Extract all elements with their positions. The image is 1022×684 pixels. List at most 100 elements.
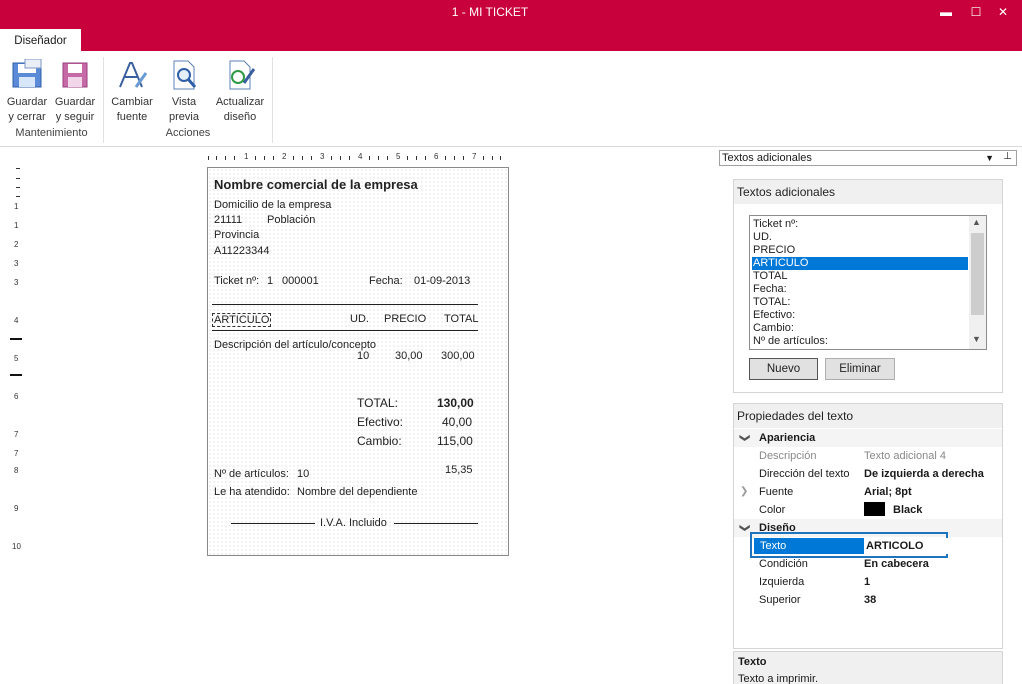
save-close-label-2: y cerrar (8, 111, 46, 123)
scroll-up-icon[interactable]: ▲ (972, 217, 981, 227)
help-pane: Texto Texto a imprimir. (733, 651, 1003, 684)
company-province[interactable]: Provincia (214, 229, 259, 241)
maximize-button[interactable]: ☐ (966, 3, 986, 21)
list-item[interactable]: Efectivo: (752, 309, 968, 322)
save-continue-button[interactable]: Guardar y seguir (52, 57, 98, 123)
attended-value[interactable]: Nombre del dependiente (297, 486, 417, 498)
collapse-icon[interactable]: ❯ (735, 434, 753, 442)
ticket-number[interactable]: 000001 (282, 275, 319, 287)
scroll-thumb[interactable] (971, 233, 984, 315)
expand-icon[interactable]: ❯ (740, 483, 748, 501)
list-item[interactable]: Cambio: (752, 322, 968, 335)
scroll-down-icon[interactable]: ▼ (972, 334, 981, 344)
ticket-canvas[interactable]: Nombre comercial de la empresa Domicilio… (207, 167, 509, 556)
chevron-down-icon[interactable]: ▼ (985, 151, 994, 165)
ruler-tick (387, 156, 388, 160)
prop-text-editor[interactable]: Texto ARTICOLO (750, 532, 948, 558)
group-appearance-label: Apariencia (759, 432, 816, 444)
change-value[interactable]: 115,00 (437, 434, 473, 448)
ribbon-separator (272, 57, 273, 143)
tab-designer[interactable]: Diseñador (0, 29, 81, 51)
ruler-number: 2 (14, 240, 19, 249)
ruler-tick (416, 156, 417, 160)
collapse-icon[interactable]: ❯ (735, 524, 753, 532)
line-units[interactable]: 10 (357, 350, 369, 362)
prop-font[interactable]: ❯ Fuente Arial; 8pt (734, 483, 1002, 501)
line-description[interactable]: Descripción del artículo/concepto (214, 339, 376, 351)
column-price[interactable]: PRECIO (384, 313, 426, 325)
list-item[interactable]: TOTAL: (752, 296, 968, 309)
vat-included[interactable]: I.V.A. Incluido (320, 517, 387, 529)
list-item[interactable]: TOTAL (752, 270, 968, 283)
line-price[interactable]: 30,00 (395, 350, 423, 362)
extra-value[interactable]: 15,35 (445, 464, 473, 476)
prop-left-value: 1 (864, 576, 871, 588)
close-button[interactable]: ✕ (993, 3, 1013, 21)
company-address[interactable]: Domicilio de la empresa (214, 199, 331, 211)
window-title: 1 - MI TICKET (451, 5, 529, 19)
prop-color[interactable]: Color Black (734, 501, 1002, 519)
date-value[interactable]: 01-09-2013 (414, 275, 470, 287)
list-item[interactable]: Ticket nº: (752, 218, 968, 231)
total-value[interactable]: 130,00 (437, 396, 474, 410)
ticket-series[interactable]: 1 (267, 275, 273, 287)
prop-direction-value: De izquierda a derecha (864, 468, 984, 480)
ruler-number: 9 (14, 504, 19, 513)
ruler-tick (293, 156, 294, 160)
minimize-button[interactable]: ▬ (936, 3, 956, 21)
ruler-tick (311, 156, 312, 160)
save-continue-label-1: Guardar (54, 96, 96, 108)
items-count-value[interactable]: 10 (297, 468, 309, 480)
new-text-button[interactable]: Nuevo (749, 358, 818, 380)
prop-direction[interactable]: Dirección del texto De izquierda a derec… (734, 465, 1002, 483)
company-city[interactable]: Población (267, 214, 315, 226)
ruler-marker (10, 374, 22, 376)
list-item[interactable]: UD. (752, 231, 968, 244)
list-item[interactable]: Fecha: (752, 283, 968, 296)
list-item[interactable]: PRECIO (752, 244, 968, 257)
company-tax-id[interactable]: A11223344 (214, 245, 269, 257)
total-label[interactable]: TOTAL: (357, 396, 398, 410)
ruler-number: 3 (14, 278, 19, 287)
items-count-label[interactable]: Nº de artículos: (214, 468, 289, 480)
attended-label[interactable]: Le ha atendido: (214, 486, 290, 498)
texts-listbox[interactable]: Ticket nº: UD. PRECIO ARTICULO TOTAL Fec… (749, 215, 987, 350)
column-units[interactable]: UD. (350, 313, 369, 325)
prop-top[interactable]: Superior 38 (734, 591, 1002, 609)
prop-top-label: Superior (759, 594, 801, 606)
prop-text-input[interactable]: ARTICOLO (864, 538, 948, 554)
pin-icon[interactable]: ⊥ (1003, 150, 1012, 164)
ruler-tick (16, 196, 20, 197)
cash-label[interactable]: Efectivo: (357, 415, 403, 429)
column-total[interactable]: TOTAL (444, 313, 478, 325)
change-label[interactable]: Cambio: (357, 434, 402, 448)
company-name[interactable]: Nombre comercial de la empresa (214, 177, 418, 192)
group-appearance[interactable]: ❯ Apariencia (734, 429, 1002, 447)
save-close-button[interactable]: Guardar y cerrar (4, 57, 50, 123)
group-actions: Acciones (165, 127, 211, 139)
update-design-button[interactable]: Actualizar diseño (212, 57, 268, 123)
delete-text-button[interactable]: Eliminar (825, 358, 895, 380)
prop-description[interactable]: Descripción Texto adicional 4 (734, 447, 1002, 465)
ribbon: Guardar y cerrar Guardar y seguir Cambia… (0, 51, 1022, 147)
ruler-tick (16, 178, 20, 179)
prop-left-label: Izquierda (759, 576, 805, 588)
date-label[interactable]: Fecha: (369, 275, 403, 287)
company-zip[interactable]: 21111 (214, 214, 242, 226)
list-scrollbar[interactable]: ▲ ▼ (969, 216, 986, 349)
panel-selector[interactable]: Textos adicionales ▼ ⊥ (719, 150, 1017, 166)
prop-text-label: Texto (754, 538, 864, 554)
ticket-number-label[interactable]: Ticket nº: (214, 275, 259, 287)
prop-left[interactable]: Izquierda 1 (734, 573, 1002, 591)
ruler-tick (340, 156, 341, 160)
ruler-number: 8 (14, 466, 19, 475)
line-total[interactable]: 300,00 (441, 350, 475, 362)
column-article[interactable]: ARTICULO (212, 313, 272, 327)
list-item[interactable]: Nº de artículos: (752, 335, 968, 348)
list-item-selected[interactable]: ARTICULO (752, 257, 968, 270)
ruler-number: 7 (14, 430, 19, 439)
change-font-icon (119, 62, 148, 88)
change-font-button[interactable]: Cambiar fuente (108, 57, 156, 123)
preview-button[interactable]: Vista previa (163, 57, 205, 123)
cash-value[interactable]: 40,00 (442, 415, 472, 429)
